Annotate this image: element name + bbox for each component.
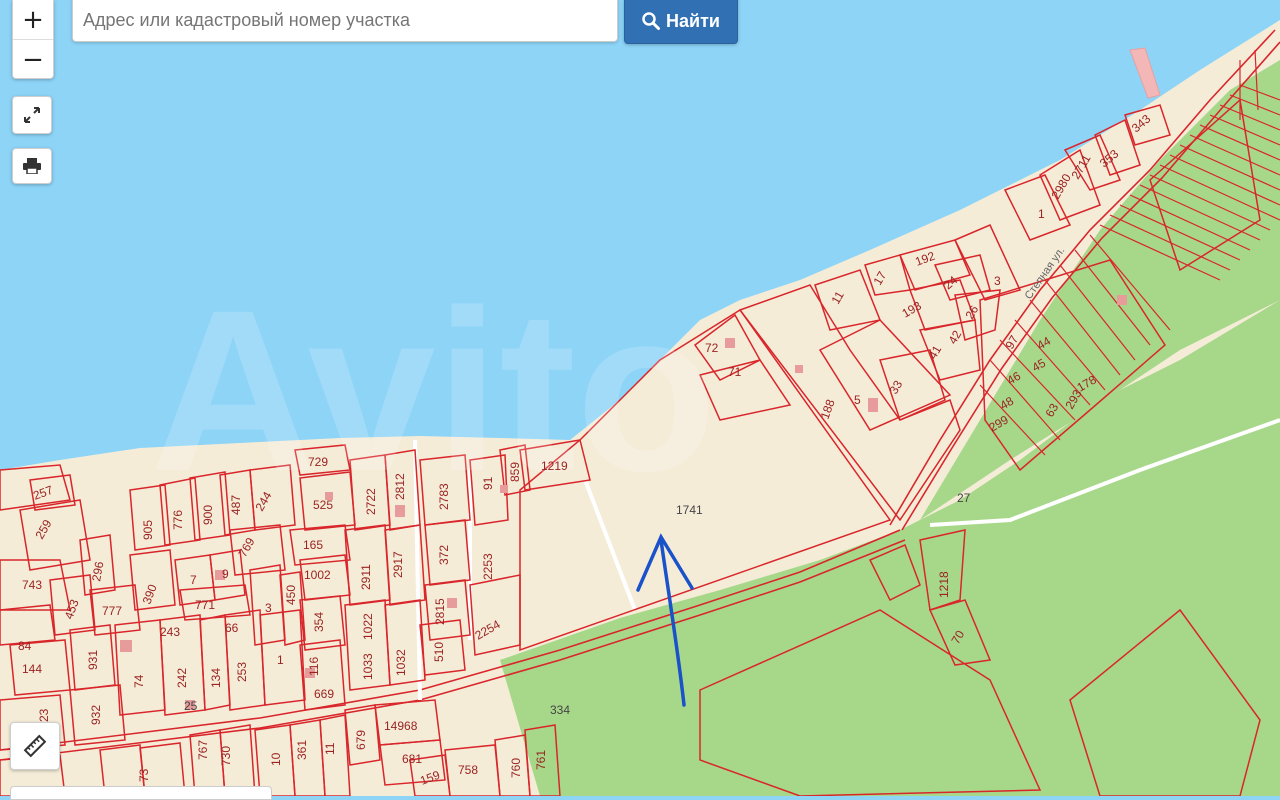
watermark: Avito xyxy=(150,262,716,519)
print-button[interactable] xyxy=(12,148,52,184)
zoom-control: + − xyxy=(12,0,54,79)
parcel-label-2911: 2911 xyxy=(359,564,373,590)
parcel-label-253: 253 xyxy=(235,662,249,682)
parcel-label-11b: 11 xyxy=(323,742,337,755)
parcel-label-84: 84 xyxy=(18,639,32,653)
parcel-label-859: 859 xyxy=(508,462,522,482)
parcel-label-510: 510 xyxy=(432,642,446,662)
parcel-label-1022: 1022 xyxy=(361,613,375,640)
parcel-label-72: 72 xyxy=(705,341,719,355)
zoom-out-button[interactable]: − xyxy=(13,39,53,79)
parcel-label-73: 73 xyxy=(137,768,151,782)
parcel-label-932: 932 xyxy=(89,705,103,725)
parcel-label-900: 900 xyxy=(201,505,215,525)
parcel-label-134: 134 xyxy=(209,668,223,688)
parcel-label-2917: 2917 xyxy=(391,551,405,578)
parcel-label-1: 1 xyxy=(1038,207,1045,221)
parcel-label-10: 10 xyxy=(269,752,283,766)
parcel-label-730: 730 xyxy=(219,746,233,766)
search-input[interactable] xyxy=(72,0,618,42)
parcel-label-525: 525 xyxy=(313,498,333,512)
expand-icon xyxy=(24,107,40,123)
parcel-label-729: 729 xyxy=(308,455,328,469)
parcel-label-777: 777 xyxy=(102,604,122,618)
parcel-label-679: 679 xyxy=(354,730,368,750)
parcel-label-669: 669 xyxy=(314,687,334,701)
parcel-label-681: 681 xyxy=(402,752,422,766)
parcel-label-2815: 2815 xyxy=(433,598,447,625)
parcel-label-66: 66 xyxy=(225,621,239,635)
parcel-label-487: 487 xyxy=(229,495,243,515)
parcel-label-144: 144 xyxy=(22,662,42,676)
parcel-label-9: 9 xyxy=(222,567,229,581)
parcel-label-1b: 1 xyxy=(277,653,284,667)
parcel-label-361: 361 xyxy=(295,740,309,760)
parcel-label-116: 116 xyxy=(307,657,321,676)
parcel-label-931: 931 xyxy=(86,650,100,670)
cadastral-map[interactable]: Avito 1741 334 1219 2254 1218 70 27 188 … xyxy=(0,0,1280,796)
parcel-label-450: 450 xyxy=(284,585,298,605)
parcel-label-71: 71 xyxy=(728,365,742,379)
parcel-label-1002: 1002 xyxy=(304,568,331,582)
printer-icon xyxy=(23,158,41,174)
parcel-label-905: 905 xyxy=(141,520,155,540)
parcel-label-165: 165 xyxy=(303,538,323,552)
parcel-label-74: 74 xyxy=(132,674,146,688)
parcel-label-1218: 1218 xyxy=(937,571,951,598)
parcel-label-7: 7 xyxy=(190,573,197,587)
parcel-label-334: 334 xyxy=(550,703,570,717)
parcel-label-767: 767 xyxy=(196,740,210,760)
parcel-label-243: 243 xyxy=(160,625,180,639)
find-button[interactable]: Найти xyxy=(624,0,738,44)
parcel-label-758: 758 xyxy=(458,763,478,777)
parcel-label-27: 27 xyxy=(957,491,971,505)
parcel-label-776: 776 xyxy=(171,510,185,530)
parcel-label-1032: 1032 xyxy=(394,649,408,676)
parcel-label-3: 3 xyxy=(994,274,1001,288)
parcel-label-743: 743 xyxy=(22,578,42,592)
zoom-in-button[interactable]: + xyxy=(13,0,53,39)
layers-panel[interactable] xyxy=(10,786,272,800)
parcel-label-372: 372 xyxy=(437,545,451,565)
parcel-label-2253: 2253 xyxy=(481,553,495,580)
parcel-label-2783: 2783 xyxy=(437,483,451,510)
find-button-label: Найти xyxy=(666,10,720,31)
parcel-label-760: 760 xyxy=(509,758,523,778)
parcel-label-1219: 1219 xyxy=(541,459,568,473)
search-icon xyxy=(642,12,661,30)
parcel-label-91: 91 xyxy=(481,476,495,490)
parcel-label-771: 771 xyxy=(195,598,215,612)
parcel-label-242: 242 xyxy=(175,668,189,688)
parcel-label-2722: 2722 xyxy=(364,488,378,515)
parcel-label-23: 23 xyxy=(37,708,51,722)
parcel-label-354: 354 xyxy=(312,612,326,632)
measure-button[interactable] xyxy=(10,722,60,770)
fullscreen-button[interactable] xyxy=(12,96,52,134)
parcel-label-1741: 1741 xyxy=(676,503,703,517)
parcel-label-14968: 14968 xyxy=(384,719,418,733)
parcel-label-2812: 2812 xyxy=(393,473,407,500)
parcel-label-5: 5 xyxy=(854,393,861,407)
parcel-label-25: 25 xyxy=(184,699,198,713)
parcel-label-761: 761 xyxy=(534,750,548,770)
ruler-icon xyxy=(23,734,47,758)
parcel-label-1033: 1033 xyxy=(361,653,375,680)
parcel-label-3b: 3 xyxy=(265,601,272,615)
